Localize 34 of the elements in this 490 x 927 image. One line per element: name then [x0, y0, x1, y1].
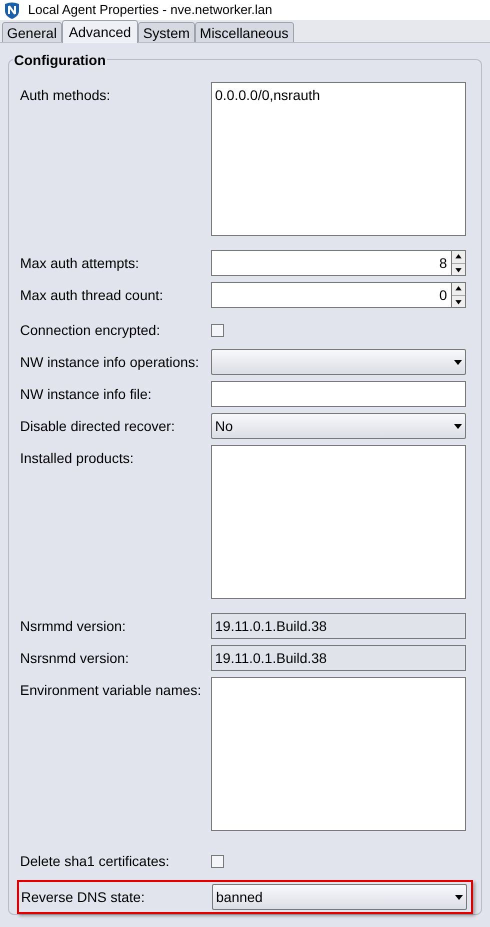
caret-icon: [454, 424, 462, 428]
checkbox[interactable]: [211, 854, 224, 868]
field-label: NW instance info operations:: [20, 353, 200, 372]
field-label: Installed products:: [20, 449, 135, 468]
field-label: Max auth attempts:: [20, 254, 140, 273]
spinner-field[interactable]: 0: [211, 282, 466, 308]
field-label: Delete sha1 certificates:: [20, 852, 170, 871]
text-area[interactable]: [211, 445, 466, 599]
tab[interactable]: Advanced: [62, 20, 138, 43]
field-label: Environment variable names:: [20, 681, 202, 700]
caret-icon: [455, 894, 463, 900]
field-label: NW instance info file:: [20, 385, 152, 404]
checkbox[interactable]: [211, 324, 224, 336]
read-only-field: 19.11.0.1.Build.38: [211, 613, 466, 639]
input-field[interactable]: [211, 381, 466, 407]
field-label: Auth methods:: [20, 86, 112, 105]
read-only-field: 19.11.0.1.Build.38: [211, 645, 466, 671]
tab[interactable]: General: [2, 22, 62, 42]
field-label: Reverse DNS state:: [21, 888, 146, 907]
field-label: Connection encrypted:: [20, 321, 162, 340]
window-title: Local Agent Properties - nve.networker.lan: [28, 1, 272, 20]
tab[interactable]: System: [138, 22, 195, 42]
field-label: Nsrsnmd version:: [20, 649, 130, 668]
text-area[interactable]: 0.0.0.0/0,nsrauth: [211, 82, 466, 236]
spinner-field[interactable]: 8: [211, 250, 466, 276]
field-label: Max auth thread count:: [20, 286, 164, 305]
dropdown[interactable]: No: [211, 413, 466, 439]
field-label: Disable directed recover:: [20, 417, 176, 436]
field-label: Nsrmmd version:: [20, 617, 127, 636]
tab[interactable]: Miscellaneous: [194, 22, 294, 42]
dropdown[interactable]: banned: [212, 884, 467, 910]
text-area[interactable]: [211, 677, 466, 831]
dropdown[interactable]: [211, 349, 466, 375]
caret-icon: [454, 360, 462, 364]
